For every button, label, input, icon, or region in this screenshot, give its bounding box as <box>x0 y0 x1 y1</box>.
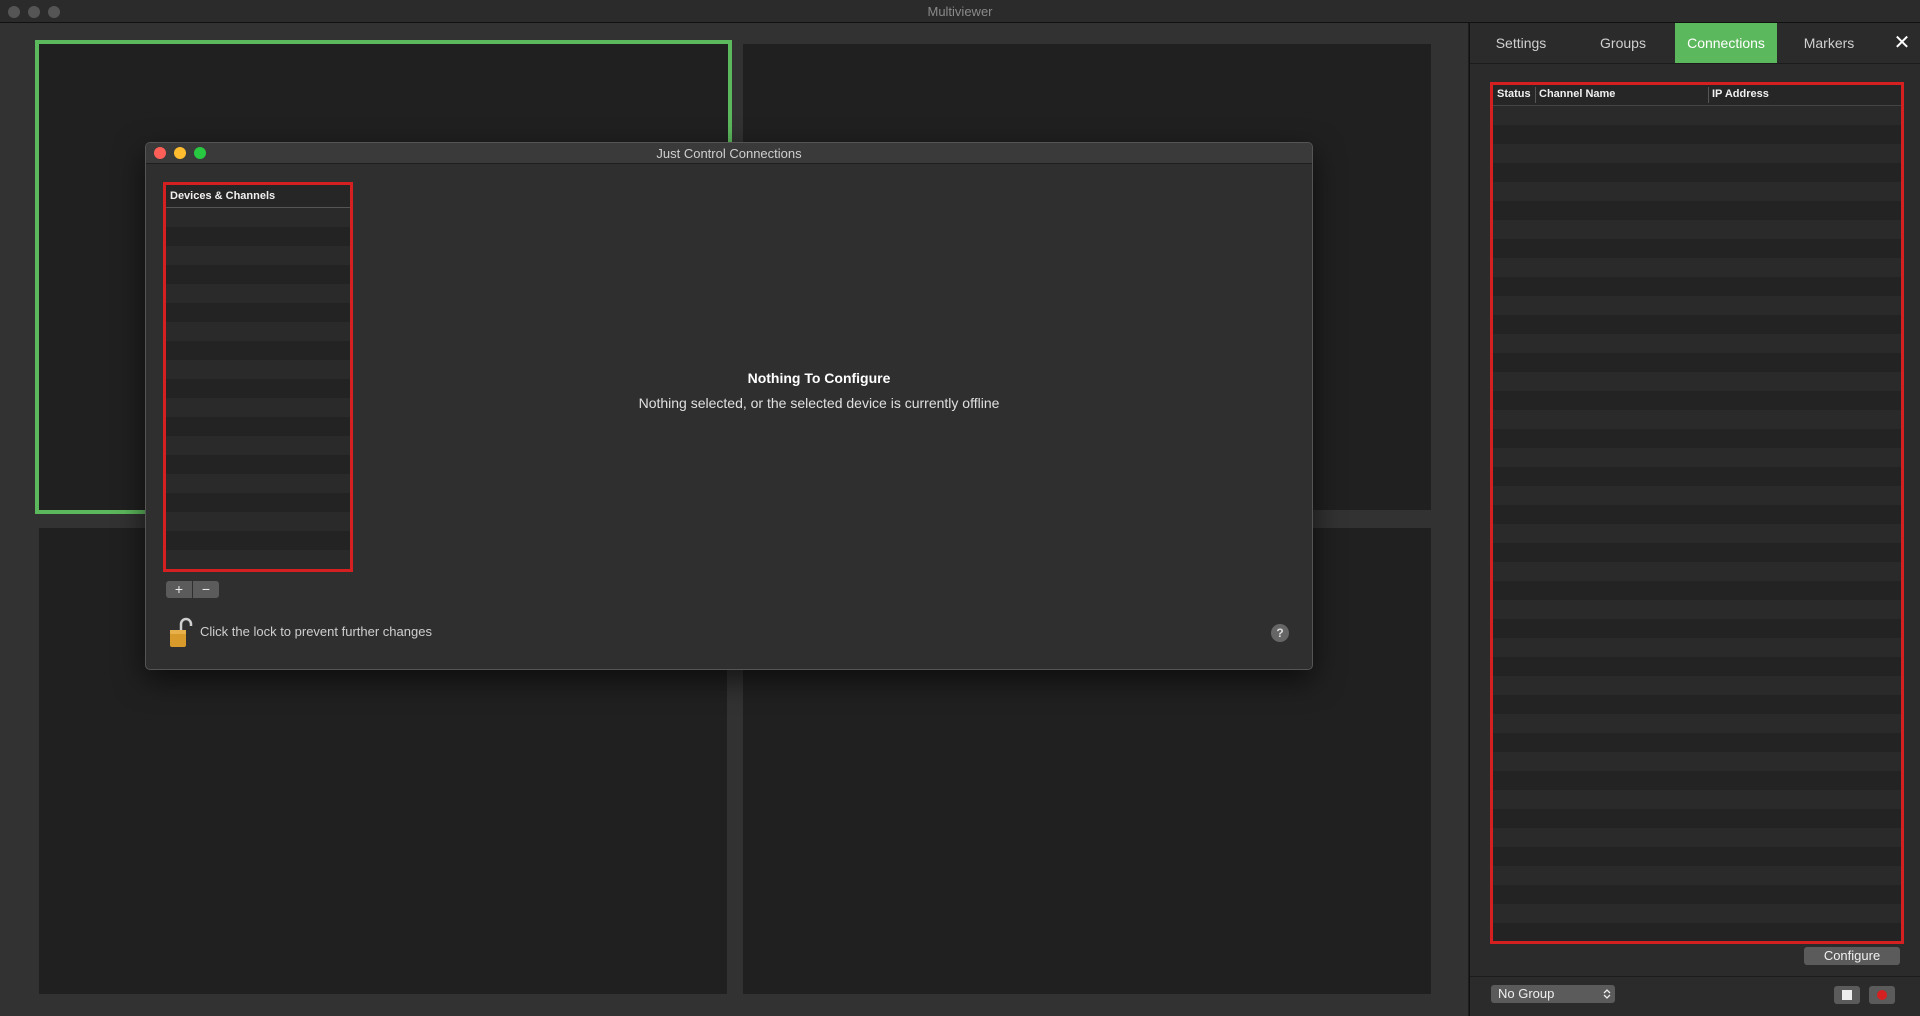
empty-state-subtitle: Nothing selected, or the selected device… <box>638 395 1000 411</box>
column-divider <box>1708 87 1709 103</box>
column-channel-name[interactable]: Channel Name <box>1539 88 1615 100</box>
record-button[interactable] <box>1869 986 1895 1004</box>
group-select-value: No Group <box>1498 986 1555 1001</box>
record-dot-icon <box>1877 990 1887 1000</box>
panel-divider <box>1470 976 1920 977</box>
column-divider <box>1535 87 1536 103</box>
dialog-titlebar: Just Control Connections <box>146 143 1312 164</box>
unlocked-padlock-icon[interactable] <box>168 617 194 649</box>
group-select[interactable]: No Group <box>1491 985 1615 1003</box>
tab-connections[interactable]: Connections <box>1675 23 1777 63</box>
column-ip-address[interactable]: IP Address <box>1712 88 1769 100</box>
connections-table-header: Status Channel Name IP Address <box>1493 85 1901 106</box>
chevron-updown-icon <box>1603 989 1611 999</box>
remove-device-button[interactable]: − <box>193 581 219 598</box>
tab-settings[interactable]: Settings <box>1470 23 1572 63</box>
devices-channels-rows <box>166 208 350 569</box>
add-device-button[interactable]: + <box>166 581 192 598</box>
devices-channels-header-label: Devices & Channels <box>170 190 276 202</box>
column-status[interactable]: Status <box>1497 88 1531 100</box>
configure-button[interactable]: Configure <box>1804 947 1900 965</box>
connections-dialog: Just Control Connections Devices & Chann… <box>145 142 1313 670</box>
lock-instruction-text: Click the lock to prevent further change… <box>200 624 432 639</box>
help-button[interactable]: ? <box>1271 624 1289 642</box>
close-icon[interactable]: ✕ <box>1889 23 1915 63</box>
devices-channels-list[interactable]: Devices & Channels <box>163 182 353 572</box>
stop-square-icon <box>1842 990 1852 1000</box>
main-titlebar: Multiviewer <box>0 0 1920 23</box>
connections-table-rows <box>1493 106 1901 941</box>
tab-groups[interactable]: Groups <box>1572 23 1674 63</box>
tab-markers[interactable]: Markers <box>1777 23 1881 63</box>
right-panel: Settings Groups Connections Markers ✕ St… <box>1469 23 1920 1016</box>
connections-table[interactable]: Status Channel Name IP Address <box>1490 82 1904 944</box>
dialog-title: Just Control Connections <box>656 146 802 161</box>
devices-channels-header: Devices & Channels <box>166 185 350 208</box>
panel-tabs: Settings Groups Connections Markers ✕ <box>1470 23 1920 64</box>
stop-button[interactable] <box>1834 986 1860 1004</box>
empty-state-title: Nothing To Configure <box>747 370 891 386</box>
window-title: Multiviewer <box>927 4 993 19</box>
